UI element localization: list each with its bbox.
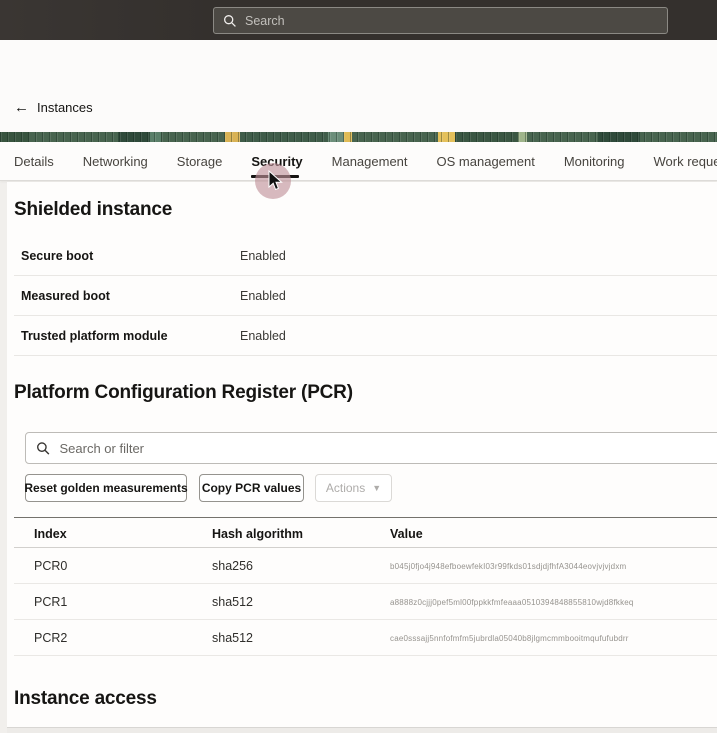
pcr2-value: cae0sssajj5nnfofmfm5jubrdla05040b8jlgmcm… xyxy=(390,634,717,643)
tab-work-requests[interactable]: Work requests xyxy=(654,142,717,181)
tab-details[interactable]: Details xyxy=(14,142,54,181)
reset-golden-measurements-button[interactable]: Reset golden measurements xyxy=(25,474,187,502)
secure-boot-value: Enabled xyxy=(240,249,286,263)
back-arrow-icon: ← xyxy=(14,100,29,115)
instance-access-heading: Instance access xyxy=(14,688,157,710)
pcr-table-header: Index Hash algorithm Value xyxy=(14,517,717,548)
tab-networking[interactable]: Networking xyxy=(83,142,148,181)
global-search-box[interactable] xyxy=(213,7,668,34)
pcr0-index: PCR0 xyxy=(34,559,67,573)
table-row-pcr2[interactable]: PCR2 sha512 cae0sssajj5nnfofmfm5jubrdla0… xyxy=(14,620,717,656)
page-header: ← Instances Instance: i-20230101 Running xyxy=(0,40,717,132)
row-trusted-platform-module: Trusted platform module Enabled xyxy=(14,316,717,356)
row-measured-boot: Measured boot Enabled xyxy=(14,276,717,316)
table-row-pcr1[interactable]: PCR1 sha512 a8888z0cjjj0pef5ml00fppkkfmf… xyxy=(14,584,717,620)
tpm-value: Enabled xyxy=(240,329,286,343)
pcr2-index: PCR2 xyxy=(34,631,67,645)
tab-security[interactable]: Security xyxy=(251,142,302,181)
pcr0-value: b045j0fjo4j948efboewfekI03r99fkds01sdjdj… xyxy=(390,562,717,571)
col-header-value: Value xyxy=(390,527,423,541)
tab-os-management[interactable]: OS management xyxy=(437,142,535,181)
filter-search-icon xyxy=(36,441,50,456)
tab-management[interactable]: Management xyxy=(332,142,408,181)
copy-pcr-values-button[interactable]: Copy PCR values xyxy=(199,474,304,502)
global-search-input[interactable] xyxy=(245,14,658,28)
tab-monitoring[interactable]: Monitoring xyxy=(564,142,625,181)
col-header-index: Index xyxy=(34,527,67,541)
tpm-label: Trusted platform module xyxy=(21,329,168,343)
breadcrumb-label: Instances xyxy=(37,100,93,115)
chevron-down-icon: ▼ xyxy=(372,483,381,493)
decorative-banner xyxy=(0,132,717,142)
col-header-hash-algorithm: Hash algorithm xyxy=(212,527,303,541)
pcr-filter-box[interactable] xyxy=(25,432,717,464)
pcr1-value: a8888z0cjjj0pef5ml00fppkkfmfeaaa05103948… xyxy=(390,598,717,607)
tab-bar: Details Networking Storage Security Mana… xyxy=(0,142,717,181)
pcr-table: Index Hash algorithm Value PCR0 sha256 b… xyxy=(14,517,717,656)
pcr-filter-input[interactable] xyxy=(59,441,714,456)
measured-boot-label: Measured boot xyxy=(21,289,110,303)
tab-storage[interactable]: Storage xyxy=(177,142,223,181)
pcr2-hash-algorithm: sha512 xyxy=(212,631,253,645)
breadcrumb-instances[interactable]: ← Instances xyxy=(14,100,93,115)
next-section-divider xyxy=(7,727,717,733)
row-secure-boot: Secure boot Enabled xyxy=(14,236,717,276)
shielded-instance-heading: Shielded instance xyxy=(14,199,172,221)
search-icon xyxy=(223,14,237,28)
pcr1-index: PCR1 xyxy=(34,595,67,609)
actions-dropdown-button[interactable]: Actions ▼ xyxy=(315,474,392,502)
secure-boot-label: Secure boot xyxy=(21,249,93,263)
page: ← Instances Instance: i-20230101 Running… xyxy=(0,0,717,733)
measured-boot-value: Enabled xyxy=(240,289,286,303)
pcr-heading: Platform Configuration Register (PCR) xyxy=(14,382,353,404)
top-navigation-bar xyxy=(0,0,717,40)
main-content: Shielded instance Secure boot Enabled Me… xyxy=(7,182,717,733)
pcr1-hash-algorithm: sha512 xyxy=(212,595,253,609)
actions-label: Actions xyxy=(326,481,365,495)
pcr0-hash-algorithm: sha256 xyxy=(212,559,253,573)
table-row-pcr0[interactable]: PCR0 sha256 b045j0fjo4j948efboewfekI03r9… xyxy=(14,548,717,584)
